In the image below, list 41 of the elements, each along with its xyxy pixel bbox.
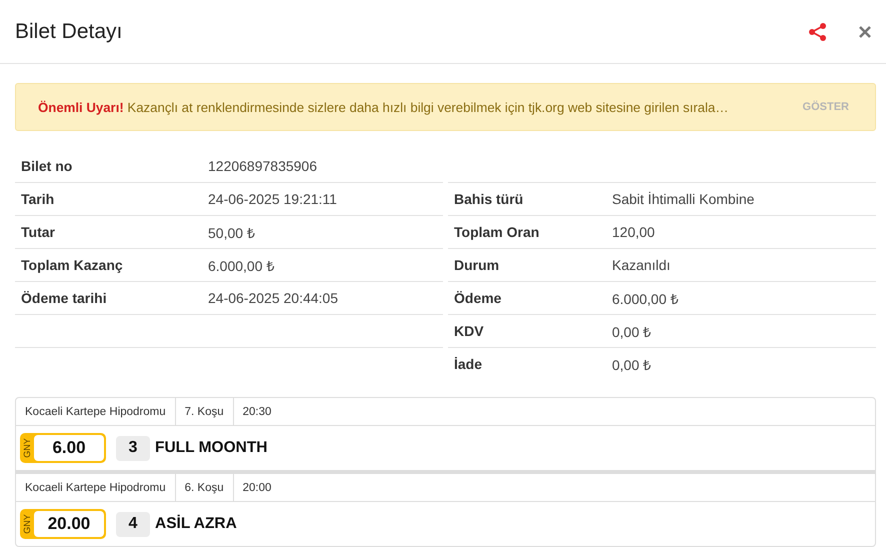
race-number: 6. Koşu [176,474,234,501]
warning-message: Önemli Uyarı! Kazançlı at renklendirmesinde sizlere daha hızlı bilgi verebilmek için tjk.org web sitesine girilen sırala… [38,100,730,114]
detail-label: Ödeme tarihi [21,290,108,306]
detail-value: 0,00 ₺ [612,356,652,374]
detail-label: Bilet no [21,158,74,174]
detail-label: Tutar [21,224,56,240]
horse-name: FULL MOONTH [155,439,268,457]
detail-label: Toplam Kazanç [21,257,124,273]
share-icon [808,22,828,42]
detail-value: Kazanıldı [612,257,670,273]
detail-label: KDV [454,323,485,339]
detail-value: Sabit İhtimalli Kombine [612,191,754,207]
detail-label: İade [454,356,484,372]
detail-value: 24-06-2025 20:44:05 [208,290,338,306]
detail-value: 24-06-2025 19:21:11 [208,191,337,207]
horse-name: ASİL AZRA [155,515,237,533]
detail-value: 0,00 ₺ [612,322,652,340]
venue-name: Kocaeli Kartepe Hipodromu [16,398,176,425]
detail-label: Durum [454,257,500,273]
venue-name: Kocaeli Kartepe Hipodromu [16,474,176,501]
bet-type-label: GNY [22,514,32,534]
odds-value: 6.00 [34,435,104,461]
detail-label: Bahis türü [454,191,524,207]
horse-number: 3 [116,436,150,460]
close-icon [858,24,872,38]
detail-value: 6.000,00 ₺ [612,290,678,308]
odds-value: 20.00 [34,511,104,537]
race-number: 7. Koşu [176,398,234,425]
detail-value: 6.000,00 ₺ [208,256,274,274]
window-title: Bilet Detayı [15,20,124,44]
detail-label: Tarih [21,191,56,207]
detail-label: Ödeme [454,290,502,306]
detail-value: 120,00 [612,224,655,240]
bet-type-label: GNY [22,438,32,458]
detail-value: 50,00 ₺ [208,224,255,242]
detail-value: 12206897835906 [208,158,318,174]
detail-label: Toplam Oran [454,224,540,240]
show-button[interactable]: GÖSTER [798,97,853,117]
horse-number: 4 [116,512,150,536]
race-time: 20:00 [242,480,272,496]
race-time: 20:30 [242,404,272,420]
